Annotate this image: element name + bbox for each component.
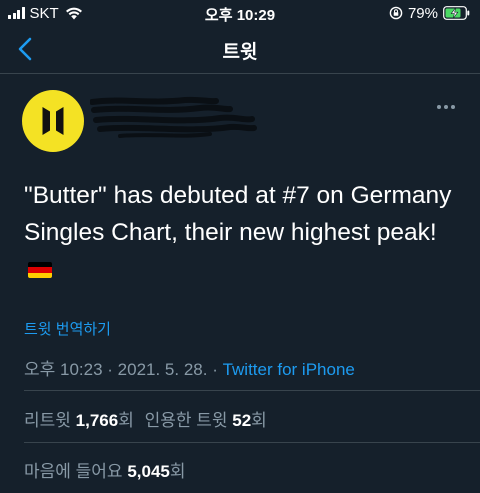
retweet-count[interactable]: 1,766 [76, 411, 119, 430]
tweet-source-link[interactable]: Twitter for iPhone [223, 360, 355, 379]
page-title: 트윗 [222, 42, 258, 63]
tweet-time: 오후 10:23 [24, 360, 103, 379]
like-stats: 마음에 들어요 5,045회 [24, 457, 186, 482]
tweet-date: 2021. 5. 28. [117, 360, 208, 379]
like-unit: 회 [169, 462, 186, 481]
like-count[interactable]: 5,045 [127, 462, 170, 481]
like-label[interactable]: 마음에 들어요 [24, 462, 123, 481]
status-right: 79% [389, 4, 470, 22]
tweet-body: "Butter" has debuted at #7 on Germany Si… [24, 182, 452, 246]
redacted-username [90, 96, 257, 138]
quote-unit: 회 [251, 411, 267, 430]
quote-label[interactable]: 인용한 트윗 [145, 411, 228, 430]
battery-percent: 79% [407, 4, 438, 22]
separator: · [102, 360, 118, 379]
navigation-bar: 트윗 [0, 26, 480, 74]
translate-tweet-link[interactable]: 트윗 번역하기 [24, 318, 111, 339]
battery-charging-icon [443, 6, 470, 20]
retweet-label[interactable]: 리트윗 [24, 411, 71, 430]
quote-count[interactable]: 52 [232, 411, 251, 430]
app: SKT 오후 10:29 79% 트윗 "Butter" has debuted… [0, 0, 480, 493]
germany-flag-icon [28, 262, 52, 278]
bts-logo-icon [42, 107, 64, 135]
retweet-stats: 리트윗 1,766회 인용한 트윗 52회 [24, 406, 267, 431]
retweet-unit: 회 [118, 411, 134, 430]
separator: · [207, 360, 223, 379]
status-bar: SKT 오후 10:29 79% [0, 0, 480, 26]
avatar[interactable] [22, 90, 84, 152]
tweet-text: "Butter" has debuted at #7 on Germany Si… [24, 177, 464, 288]
more-options-icon[interactable] [436, 104, 456, 110]
divider [24, 390, 480, 391]
rotation-lock-icon [389, 6, 403, 20]
divider [24, 442, 480, 443]
tweet-metadata: 오후 10:23 · 2021. 5. 28. · Twitter for iP… [24, 355, 355, 380]
